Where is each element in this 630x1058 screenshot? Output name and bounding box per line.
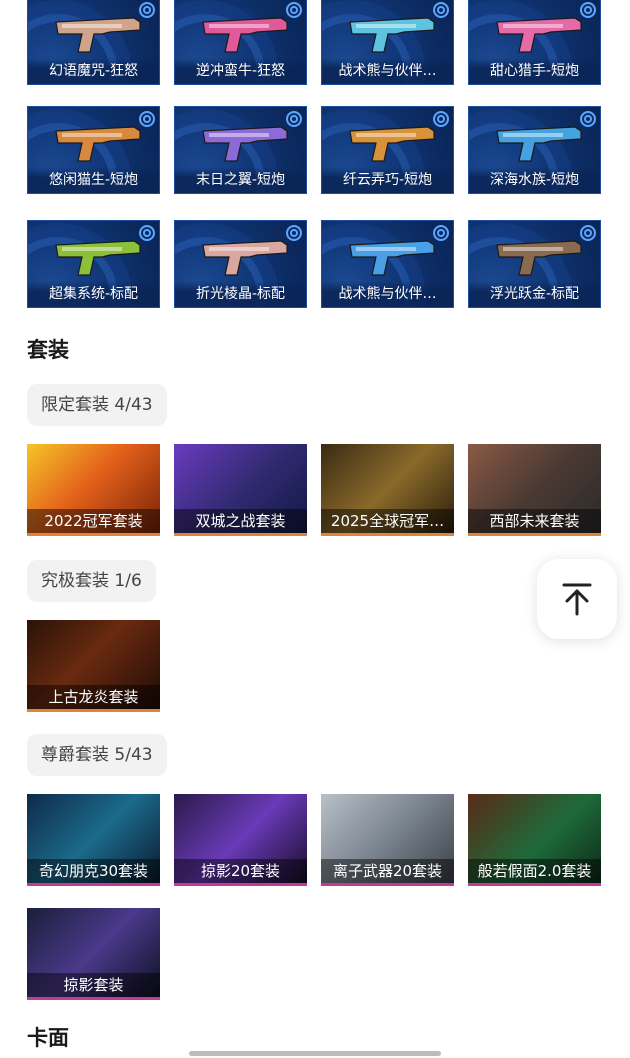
bundle-label: 离子武器20套装 — [321, 859, 454, 883]
bundle-label: 西部未来套装 — [468, 509, 601, 533]
skin-row-2: 悠闲猫生-短炮 末日之翼-短炮 纤云弄巧-短炮 深海水族-短炮 — [27, 106, 601, 194]
weapon-skin-card[interactable]: 折光棱晶-标配 — [174, 220, 307, 308]
weapon-image — [349, 126, 435, 162]
weapon-skin-card[interactable]: 纤云弄巧-短炮 — [321, 106, 454, 194]
weapon-image — [202, 17, 288, 53]
premium-bundles-row-1: 奇幻朋克30套装 掠影20套装 离子武器20套装 般若假面2.0套装 — [27, 794, 601, 886]
weapon-skin-card[interactable]: 浮光跃金-标配 — [468, 220, 601, 308]
bundle-card[interactable]: 奇幻朋克30套装 — [27, 794, 160, 886]
weapon-skin-label: 浮光跃金-标配 — [469, 281, 600, 307]
weapon-skin-label: 逆冲蛮牛-狂怒 — [175, 58, 306, 84]
skin-row-3: 超集系统-标配 折光棱晶-标配 战术熊与伙伴… 浮光跃金-标配 — [27, 220, 601, 308]
weapon-skin-label: 悠闲猫生-短炮 — [28, 167, 159, 193]
weapon-image — [202, 240, 288, 276]
weapon-skin-label: 纤云弄巧-短炮 — [322, 167, 453, 193]
weapon-skin-label: 战术熊与伙伴… — [322, 58, 453, 84]
bundle-card[interactable]: 般若假面2.0套装 — [468, 794, 601, 886]
weapon-skin-card[interactable]: 逆冲蛮牛-狂怒 — [174, 0, 307, 85]
ultimate-bundles-chip[interactable]: 究极套装 1/6 — [27, 560, 156, 602]
bundle-card[interactable]: 2025全球冠军… — [321, 444, 454, 536]
weapon-skin-card[interactable]: 战术熊与伙伴… — [321, 220, 454, 308]
bundle-label: 2025全球冠军… — [321, 509, 454, 533]
bundle-card[interactable]: 掠影套装 — [27, 908, 160, 1000]
bundle-card[interactable]: 2022冠军套装 — [27, 444, 160, 536]
bundle-label: 奇幻朋克30套装 — [27, 859, 160, 883]
weapon-image — [349, 17, 435, 53]
weapon-image — [496, 17, 582, 53]
premium-bundles-row-2: 掠影套装 — [27, 908, 160, 1000]
weapon-skin-card[interactable]: 幻语魔咒-狂怒 — [27, 0, 160, 85]
weapon-image — [496, 126, 582, 162]
weapon-skin-label: 甜心猎手-短炮 — [469, 58, 600, 84]
arrow-up-to-line-icon — [562, 583, 592, 616]
weapon-skin-label: 末日之翼-短炮 — [175, 167, 306, 193]
weapon-image — [55, 17, 141, 53]
bundle-card[interactable]: 离子武器20套装 — [321, 794, 454, 886]
weapon-skin-card[interactable]: 超集系统-标配 — [27, 220, 160, 308]
weapon-skin-label: 超集系统-标配 — [28, 281, 159, 307]
weapon-skin-card[interactable]: 悠闲猫生-短炮 — [27, 106, 160, 194]
weapon-image — [202, 126, 288, 162]
limited-bundles-row: 2022冠军套装 双城之战套装 2025全球冠军… 西部未来套装 — [27, 444, 601, 536]
premium-bundles-chip[interactable]: 尊爵套装 5/43 — [27, 734, 167, 776]
weapon-skin-label: 折光棱晶-标配 — [175, 281, 306, 307]
section-title-bundles: 套装 — [27, 338, 69, 362]
bundle-label: 般若假面2.0套装 — [468, 859, 601, 883]
bundle-label: 上古龙炎套装 — [27, 685, 160, 709]
weapon-skin-label: 战术熊与伙伴… — [322, 281, 453, 307]
weapon-skin-card[interactable]: 甜心猎手-短炮 — [468, 0, 601, 85]
weapon-skin-card[interactable]: 深海水族-短炮 — [468, 106, 601, 194]
bundle-label: 双城之战套装 — [174, 509, 307, 533]
bundle-card[interactable]: 西部未来套装 — [468, 444, 601, 536]
weapon-skin-label: 幻语魔咒-狂怒 — [28, 58, 159, 84]
bundle-card[interactable]: 双城之战套装 — [174, 444, 307, 536]
skin-row-1: 幻语魔咒-狂怒 逆冲蛮牛-狂怒 战术熊与伙伴… 甜心猎手-短炮 — [27, 0, 601, 85]
home-indicator[interactable] — [189, 1051, 441, 1056]
weapon-image — [349, 240, 435, 276]
weapon-skin-card[interactable]: 末日之翼-短炮 — [174, 106, 307, 194]
bundle-card[interactable]: 上古龙炎套装 — [27, 620, 160, 712]
weapon-image — [55, 240, 141, 276]
ultimate-bundles-row: 上古龙炎套装 — [27, 620, 160, 712]
weapon-skin-card[interactable]: 战术熊与伙伴… — [321, 0, 454, 85]
weapon-skin-label: 深海水族-短炮 — [469, 167, 600, 193]
weapon-image — [496, 240, 582, 276]
bundle-card[interactable]: 掠影20套装 — [174, 794, 307, 886]
bundle-label: 掠影20套装 — [174, 859, 307, 883]
weapon-image — [55, 126, 141, 162]
back-to-top-button[interactable] — [537, 559, 617, 639]
limited-bundles-chip[interactable]: 限定套装 4/43 — [27, 384, 167, 426]
section-title-cards: 卡面 — [27, 1026, 69, 1050]
bundle-label: 掠影套装 — [27, 973, 160, 997]
bundle-label: 2022冠军套装 — [27, 509, 160, 533]
